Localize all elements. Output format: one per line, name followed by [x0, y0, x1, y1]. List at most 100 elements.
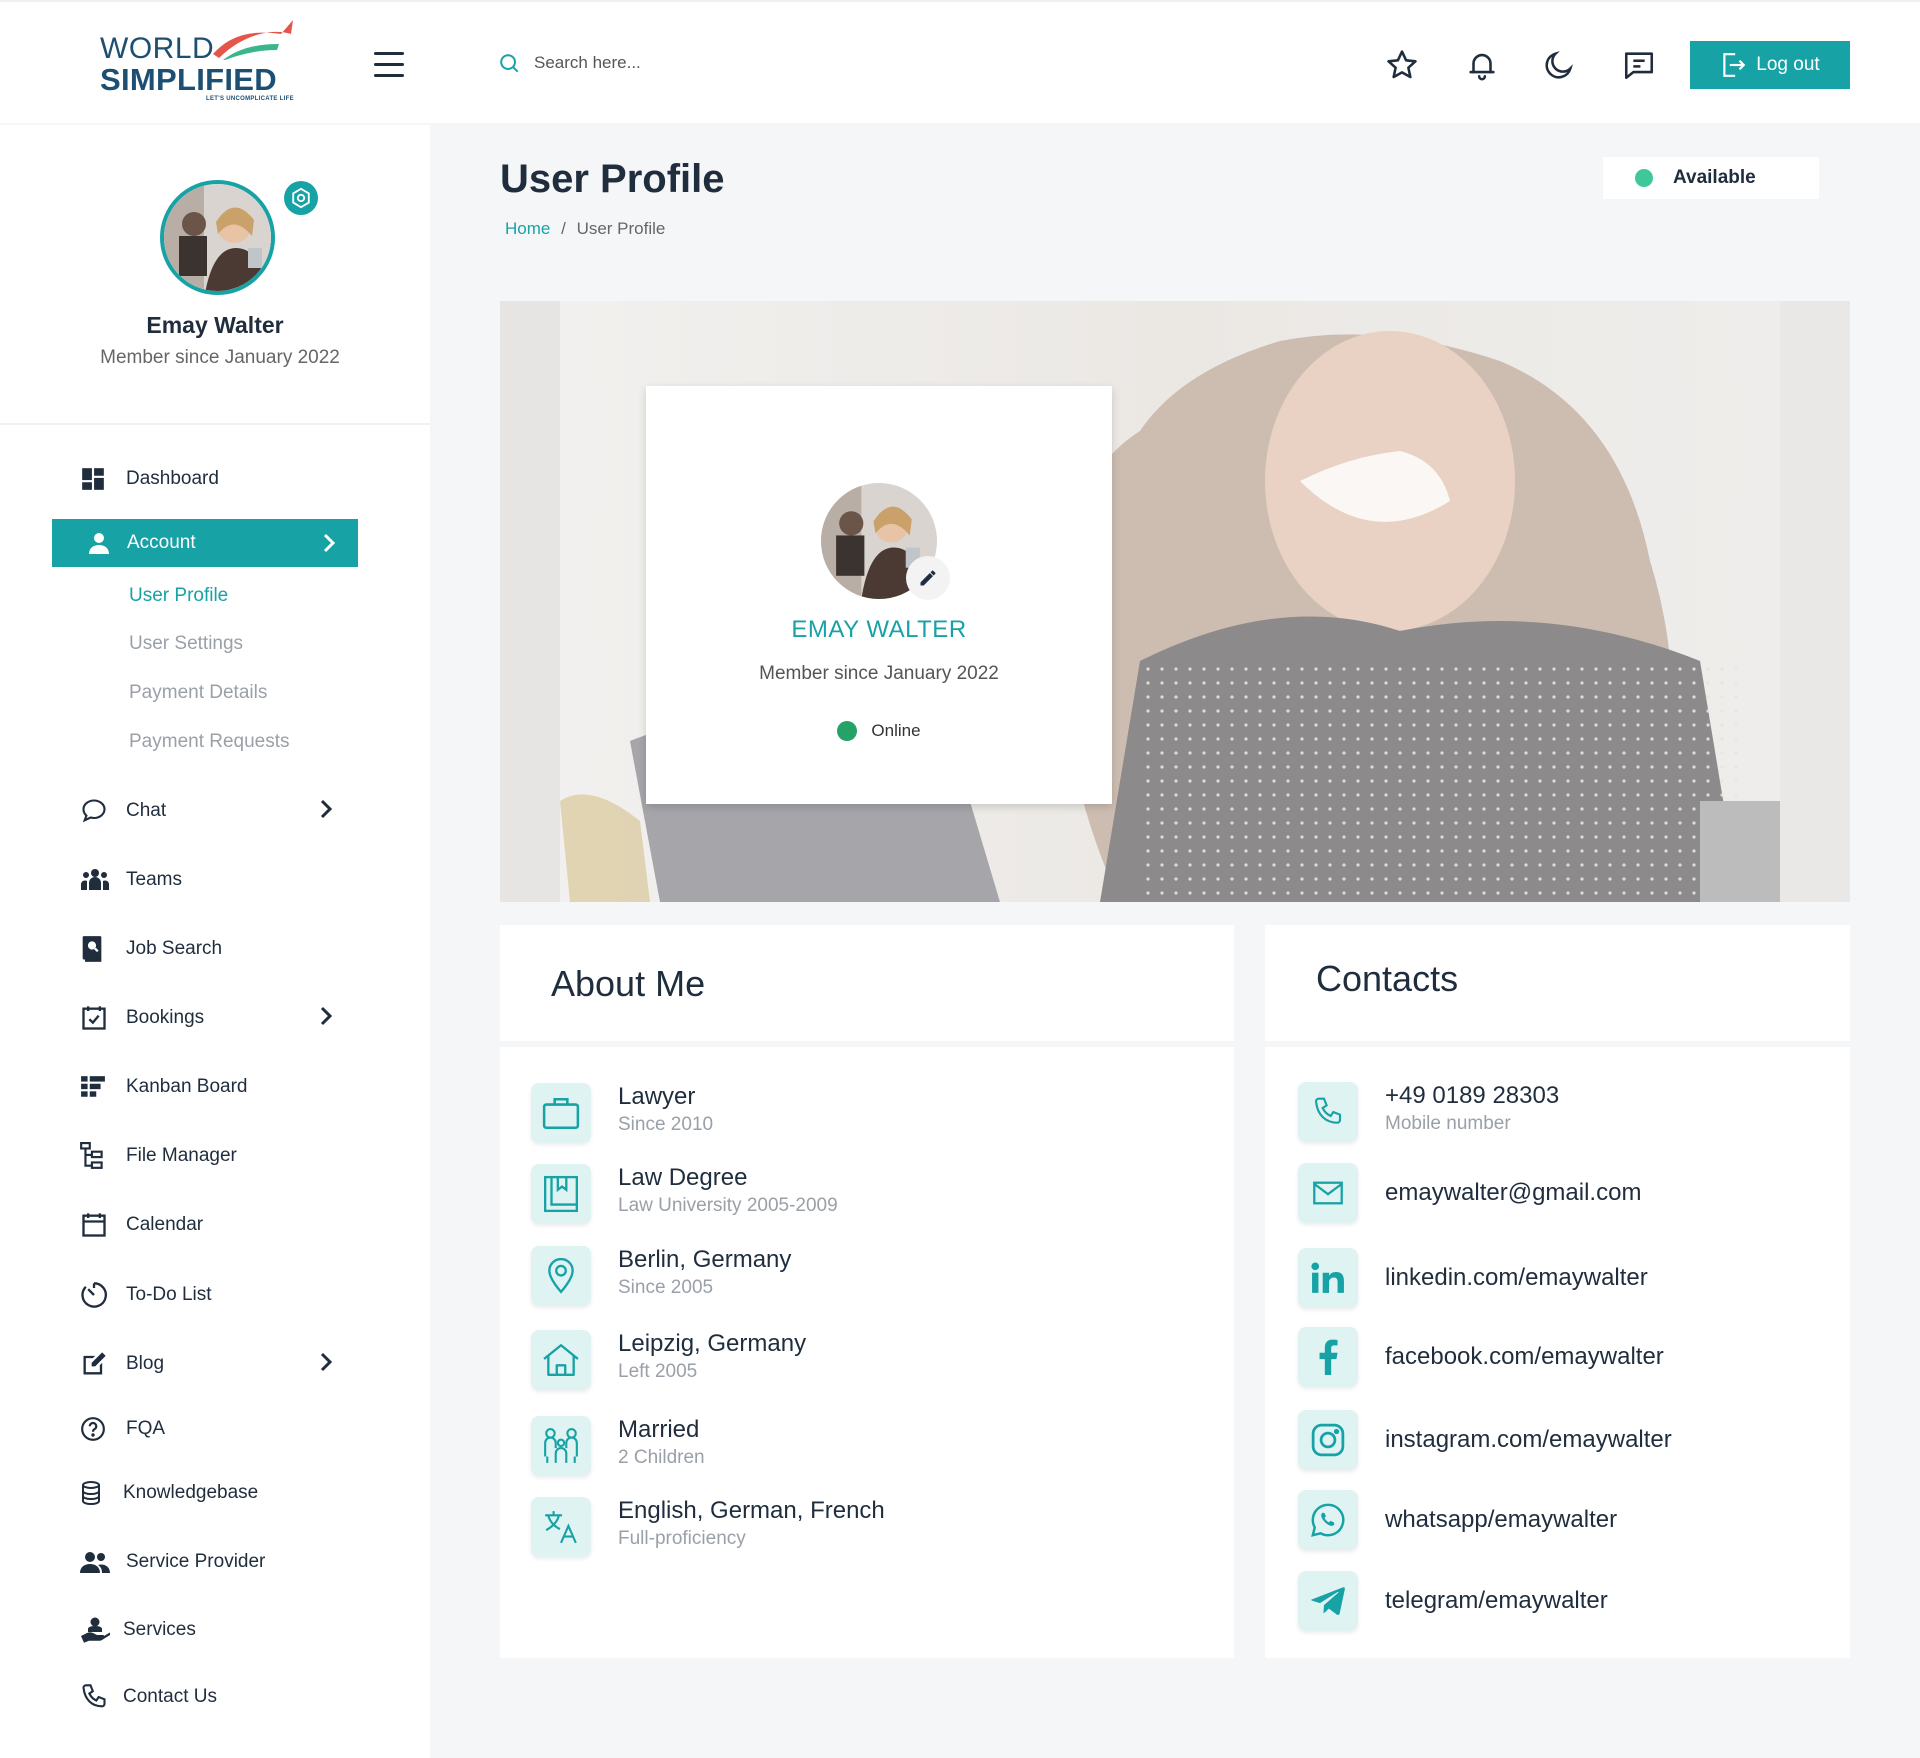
online-status: Online — [646, 721, 1112, 741]
sidebar-item-job-search[interactable]: Job Search — [80, 929, 360, 969]
question-circle-icon — [80, 1415, 114, 1443]
hamburger-icon[interactable] — [374, 52, 404, 78]
database-icon — [80, 1479, 114, 1507]
contact-telegram-url[interactable]: telegram/emaywalter — [1385, 1587, 1608, 1615]
contact-phone[interactable]: +49 0189 28303 Mobile number — [1298, 1082, 1559, 1142]
sidebar-item-fqa[interactable]: FQA — [80, 1409, 360, 1449]
sidebar-item-knowledgebase[interactable]: Knowledgebase — [80, 1473, 360, 1513]
linkedin-icon — [1298, 1248, 1358, 1308]
chevron-right-icon — [322, 532, 336, 554]
page-title: User Profile — [500, 157, 725, 201]
sidebar-item-label: Blog — [126, 1353, 165, 1374]
breadcrumb-home-link[interactable]: Home — [505, 219, 550, 238]
sidebar-subitem-payment-requests[interactable]: Payment Requests — [129, 731, 290, 753]
sidebar-item-label: File Manager — [126, 1145, 237, 1166]
sidebar-subitem-user-profile[interactable]: User Profile — [129, 585, 228, 607]
logo-text-simplified: SIMPLIFIED — [100, 62, 277, 97]
users-icon — [80, 1548, 114, 1576]
sidebar-item-blog[interactable]: Blog — [80, 1344, 360, 1384]
contact-facebook-url[interactable]: facebook.com/emaywalter — [1385, 1343, 1664, 1371]
sidebar-item-todo-list[interactable]: To-Do List — [80, 1275, 360, 1315]
phone-icon — [1298, 1082, 1358, 1142]
contact-email-address[interactable]: emaywalter@gmail.com — [1385, 1179, 1641, 1207]
contact-linkedin-url[interactable]: linkedin.com/emaywalter — [1385, 1264, 1648, 1292]
brand-logo[interactable]: WORLD SIMPLIFIED LET'S UNCOMPLICATE LIFE — [100, 20, 300, 110]
search-icon — [500, 54, 519, 73]
availability-label: Available — [1673, 167, 1756, 188]
logo-swoosh-icon — [213, 20, 293, 60]
chevron-right-icon — [320, 799, 333, 825]
teams-icon — [80, 866, 114, 894]
about-item-family: Married 2 Children — [531, 1416, 705, 1476]
chat-icon[interactable] — [1622, 48, 1656, 82]
contact-email[interactable]: emaywalter@gmail.com — [1298, 1163, 1641, 1223]
sidebar-item-kanban-board[interactable]: Kanban Board — [80, 1067, 360, 1107]
about-item-main: English, German, French — [618, 1497, 885, 1524]
moon-icon[interactable] — [1542, 48, 1576, 82]
sidebar-subitem-payment-details[interactable]: Payment Details — [129, 682, 267, 704]
file-tree-icon — [80, 1142, 114, 1170]
star-icon[interactable] — [1385, 48, 1419, 82]
sidebar-profile: Emay Walter Member since January 2022 — [0, 125, 430, 425]
breadcrumb: Home / User Profile — [505, 219, 665, 239]
sidebar-item-bookings[interactable]: Bookings — [80, 998, 360, 1038]
sidebar-item-file-manager[interactable]: File Manager — [80, 1136, 360, 1176]
bell-icon[interactable] — [1465, 48, 1499, 82]
book-icon — [531, 1164, 591, 1224]
translate-icon — [531, 1497, 591, 1557]
sidebar-item-label: Chat — [126, 800, 167, 821]
about-item-main: Law Degree — [618, 1164, 748, 1191]
sidebar-item-label: Knowledgebase — [123, 1482, 259, 1503]
sidebar-item-service-provider[interactable]: Service Provider — [80, 1542, 360, 1582]
sidebar-item-services[interactable]: Services — [80, 1610, 360, 1650]
sidebar-item-chat[interactable]: Chat — [80, 791, 360, 831]
briefcase-icon — [531, 1083, 591, 1143]
user-icon — [87, 531, 111, 555]
mail-icon — [1298, 1163, 1358, 1223]
sidebar-item-teams[interactable]: Teams — [80, 860, 360, 900]
contact-linkedin[interactable]: linkedin.com/emaywalter — [1298, 1248, 1648, 1308]
contact-whatsapp-url[interactable]: whatsapp/emaywalter — [1385, 1506, 1617, 1534]
contact-facebook[interactable]: facebook.com/emaywalter — [1298, 1327, 1664, 1387]
sidebar-item-account[interactable]: Account — [52, 519, 358, 567]
family-icon — [531, 1416, 591, 1476]
about-item-languages: English, German, French Full-proficiency — [531, 1497, 885, 1557]
sidebar-item-dashboard[interactable]: Dashboard — [80, 459, 360, 499]
availability-status[interactable]: Available — [1603, 157, 1819, 199]
about-item-occupation: Lawyer Since 2010 — [531, 1083, 713, 1143]
breadcrumb-current: User Profile — [576, 219, 666, 238]
about-item-sub: Left 2005 — [618, 1361, 698, 1382]
about-me-title: About Me — [551, 963, 706, 1004]
profile-member-since: Member since January 2022 — [759, 663, 999, 684]
contact-instagram[interactable]: instagram.com/emaywalter — [1298, 1410, 1672, 1470]
sidebar: Emay Walter Member since January 2022 Da… — [0, 125, 430, 1758]
status-dot — [837, 721, 858, 741]
edit-pencil-icon[interactable] — [906, 556, 950, 600]
contact-whatsapp[interactable]: whatsapp/emaywalter — [1298, 1490, 1617, 1550]
settings-gear-icon[interactable] — [284, 181, 318, 215]
contact-telegram[interactable]: telegram/emaywalter — [1298, 1571, 1608, 1631]
logout-label: Log out — [1756, 54, 1820, 75]
phone-icon — [80, 1683, 114, 1711]
about-item-main: Berlin, Germany — [618, 1246, 792, 1273]
sidebar-item-calendar[interactable]: Calendar — [80, 1205, 360, 1245]
search-input[interactable] — [534, 53, 834, 73]
about-item-sub: Since 2010 — [618, 1114, 714, 1135]
sidebar-item-label: Dashboard — [126, 468, 219, 489]
contacts-header: Contacts — [1265, 925, 1850, 1047]
sidebar-item-contact-us[interactable]: Contact Us — [80, 1677, 360, 1717]
telegram-icon — [1298, 1571, 1358, 1631]
search-bar — [498, 52, 834, 74]
avatar[interactable] — [160, 180, 275, 295]
about-item-sub: Since 2005 — [618, 1277, 714, 1298]
sidebar-item-label: To-Do List — [126, 1284, 212, 1305]
contact-instagram-url[interactable]: instagram.com/emaywalter — [1385, 1426, 1672, 1454]
profile-card: EMAY WALTER Member since January 2022 On… — [646, 386, 1112, 804]
logout-button[interactable]: Log out — [1690, 41, 1850, 89]
sidebar-subitem-user-settings[interactable]: User Settings — [129, 633, 243, 655]
contact-phone-label: Mobile number — [1385, 1113, 1511, 1134]
instagram-icon — [1298, 1410, 1358, 1470]
dashboard-icon — [80, 465, 114, 493]
contact-phone-number[interactable]: +49 0189 28303 — [1385, 1082, 1559, 1110]
status-dot — [1635, 169, 1653, 187]
